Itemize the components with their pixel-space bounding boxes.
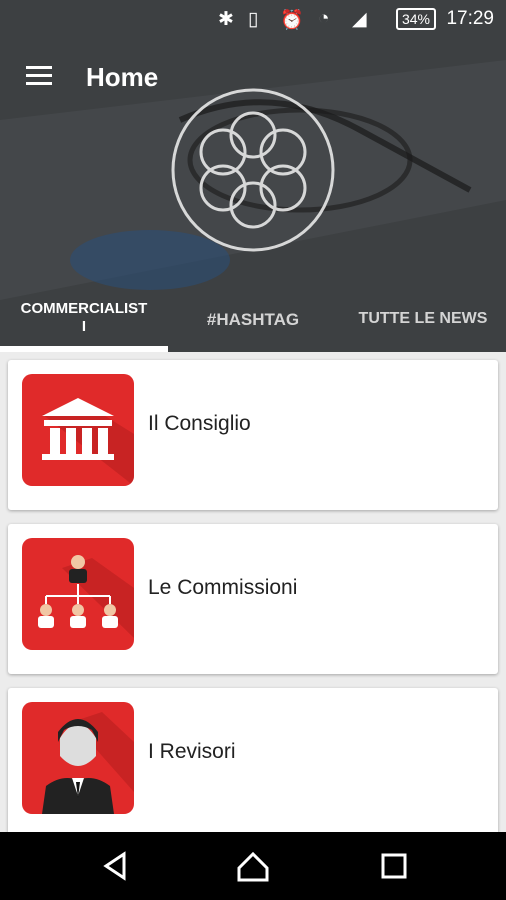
tab-commercialisti-label-line2: I — [81, 318, 87, 335]
tab-commercialisti[interactable]: COMMERCIALIST I — [0, 300, 168, 352]
recents-icon[interactable] — [374, 846, 414, 886]
content-list: Il Consiglio Le Commissioni I Revisori — [0, 352, 506, 832]
system-nav-bar — [0, 832, 506, 900]
tab-tutte-le-news[interactable]: TUTTE LE NEWS — [340, 310, 506, 352]
status-bar: ✱ ▯ ⏰ ◔ ◢ 34% 17:29 — [0, 0, 506, 38]
bluetooth-icon: ✱ — [218, 9, 234, 30]
battery-indicator: 34% — [395, 8, 436, 30]
person-suit-icon — [22, 702, 134, 814]
app-bar: Home — [0, 52, 506, 104]
header-banner: ✱ ▯ ⏰ ◔ ◢ 34% 17:29 Home COMMERCIALIST I… — [0, 0, 506, 352]
tab-hashtag[interactable]: #HASHTAG — [178, 310, 328, 352]
card-le-commissioni[interactable]: Le Commissioni — [8, 524, 498, 674]
alarm-icon: ⏰ — [280, 10, 304, 31]
wifi-icon: ◔ — [318, 8, 330, 29]
card-label: Il Consiglio — [148, 412, 251, 435]
clock: 17:29 — [446, 8, 494, 29]
home-icon[interactable] — [233, 846, 273, 886]
org-chart-icon — [22, 538, 134, 650]
card-label: I Revisori — [148, 740, 236, 763]
tab-commercialisti-label: COMMERCIALIST — [20, 300, 148, 317]
card-label: Le Commissioni — [148, 576, 298, 599]
signal-icon: ◢ — [352, 9, 367, 30]
tab-bar: COMMERCIALIST I #HASHTAG TUTTE LE NEWS — [0, 292, 506, 352]
card-i-revisori[interactable]: I Revisori — [8, 688, 498, 832]
vibrate-icon: ▯ — [248, 9, 259, 30]
back-icon[interactable] — [96, 846, 136, 886]
card-il-consiglio[interactable]: Il Consiglio — [8, 360, 498, 510]
hamburger-icon[interactable] — [26, 66, 52, 88]
page-title: Home — [86, 62, 159, 92]
building-columns-icon — [22, 374, 134, 486]
